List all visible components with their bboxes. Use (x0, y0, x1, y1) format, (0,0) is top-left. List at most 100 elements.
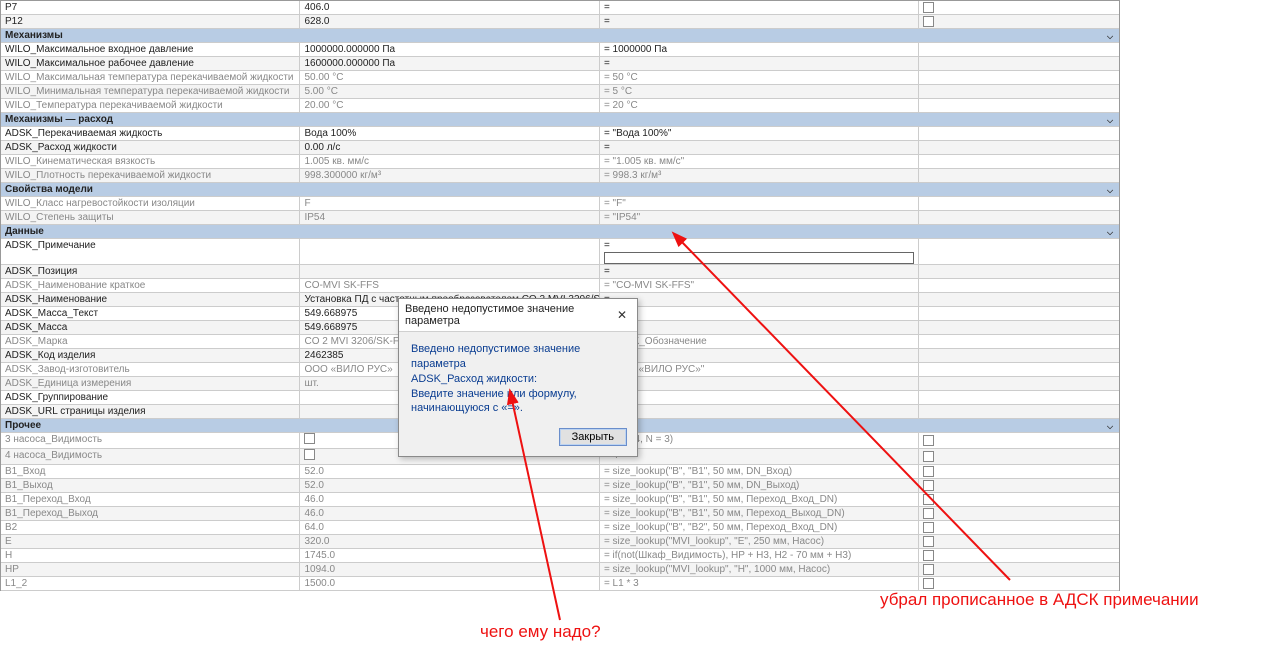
param-value[interactable]: 998.300000 кг/м³ (300, 169, 599, 182)
parameter-grid[interactable]: P7406.0=P12628.0=Механизмы⌵ WILO_Максимал… (0, 0, 1120, 591)
param-lock-cell[interactable] (919, 43, 1119, 56)
param-formula[interactable]: = ADSK_Обозначение (600, 335, 919, 348)
param-value[interactable] (300, 239, 599, 264)
value-checkbox[interactable] (304, 449, 315, 460)
param-row[interactable]: P12628.0= (1, 15, 1119, 29)
param-lock-cell[interactable] (919, 127, 1119, 140)
collapse-icon[interactable]: ⌵ (1105, 420, 1115, 430)
param-lock-cell[interactable] (919, 141, 1119, 154)
group-header[interactable]: Данные⌵ (1, 225, 1119, 239)
param-formula[interactable]: = "Вода 100%" (600, 127, 919, 140)
lock-checkbox[interactable] (923, 522, 934, 533)
group-header[interactable]: Механизмы⌵ (1, 29, 1119, 43)
param-lock-cell[interactable] (919, 1, 1119, 14)
param-row[interactable]: WILO_Плотность перекачиваемой жидкости99… (1, 169, 1119, 183)
param-formula[interactable]: = (600, 293, 919, 306)
param-value[interactable] (300, 265, 599, 278)
param-row[interactable]: WILO_Максимальная температура перекачива… (1, 71, 1119, 85)
param-formula[interactable]: = 20 °C (600, 99, 919, 112)
param-lock-cell[interactable] (919, 265, 1119, 278)
param-formula[interactable]: = (600, 405, 919, 418)
param-value[interactable]: 64.0 (300, 521, 599, 534)
param-lock-cell[interactable] (919, 377, 1119, 390)
param-lock-cell[interactable] (919, 405, 1119, 418)
param-lock-cell[interactable] (919, 433, 1119, 448)
param-formula[interactable]: = (600, 15, 919, 28)
collapse-icon[interactable]: ⌵ (1105, 30, 1115, 40)
param-value[interactable]: 1000000.000000 Па (300, 43, 599, 56)
param-value[interactable]: 1.005 кв. мм/с (300, 155, 599, 168)
param-lock-cell[interactable] (919, 293, 1119, 306)
lock-checkbox[interactable] (923, 564, 934, 575)
param-formula[interactable]: = "IP54" (600, 211, 919, 224)
param-value[interactable]: 46.0 (300, 493, 599, 506)
param-formula[interactable]: = 998.3 кг/м³ (600, 169, 919, 182)
param-value[interactable]: 1745.0 (300, 549, 599, 562)
param-formula[interactable] (600, 349, 919, 362)
lock-checkbox[interactable] (923, 2, 934, 13)
lock-checkbox[interactable] (923, 435, 934, 446)
param-formula[interactable]: = "CO-MVI SK-FFS" (600, 279, 919, 292)
param-formula[interactable]: = L1 * 3 (600, 577, 919, 590)
param-formula[interactable]: = 50 °C (600, 71, 919, 84)
param-lock-cell[interactable] (919, 197, 1119, 210)
param-value[interactable]: 320.0 (300, 535, 599, 548)
lock-checkbox[interactable] (923, 536, 934, 547)
param-lock-cell[interactable] (919, 335, 1119, 348)
param-lock-cell[interactable] (919, 535, 1119, 548)
param-value[interactable]: 52.0 (300, 479, 599, 492)
param-formula[interactable]: = size_lookup("B", "B1", 50 мм, DN_Вход) (600, 465, 919, 478)
param-lock-cell[interactable] (919, 85, 1119, 98)
param-formula[interactable]: = (600, 141, 919, 154)
param-formula[interactable]: = (600, 239, 919, 264)
lock-checkbox[interactable] (923, 550, 934, 561)
dialog-titlebar[interactable]: Введено недопустимое значение параметра … (399, 299, 637, 332)
param-lock-cell[interactable] (919, 99, 1119, 112)
param-value[interactable]: 1600000.000000 Па (300, 57, 599, 70)
param-row[interactable]: B1_Выход52.0= size_lookup("B", "B1", 50 … (1, 479, 1119, 493)
param-lock-cell[interactable] (919, 169, 1119, 182)
param-row[interactable]: B1_Переход_Выход46.0= size_lookup("B", "… (1, 507, 1119, 521)
param-lock-cell[interactable] (919, 349, 1119, 362)
param-formula[interactable]: = "F" (600, 197, 919, 210)
param-formula[interactable]: = (N = 4, N = 3) (600, 433, 919, 448)
group-header[interactable]: Свойства модели⌵ (1, 183, 1119, 197)
param-row[interactable]: WILO_Максимальное рабочее давление160000… (1, 57, 1119, 71)
param-row[interactable]: WILO_Минимальная температура перекачивае… (1, 85, 1119, 99)
param-lock-cell[interactable] (919, 577, 1119, 590)
param-lock-cell[interactable] (919, 563, 1119, 576)
param-lock-cell[interactable] (919, 279, 1119, 292)
param-lock-cell[interactable] (919, 479, 1119, 492)
param-lock-cell[interactable] (919, 493, 1119, 506)
param-row[interactable]: ADSK_Наименование краткоеCO-MVI SK-FFS= … (1, 279, 1119, 293)
param-formula[interactable]: = (600, 57, 919, 70)
param-value[interactable]: 20.00 °C (300, 99, 599, 112)
param-lock-cell[interactable] (919, 449, 1119, 464)
param-lock-cell[interactable] (919, 507, 1119, 520)
param-row[interactable]: L1_21500.0= L1 * 3 (1, 577, 1119, 591)
param-value[interactable]: Вода 100% (300, 127, 599, 140)
param-formula[interactable]: = size_lookup("B", "B1", 50 мм, Переход_… (600, 493, 919, 506)
value-checkbox[interactable] (304, 433, 315, 444)
param-row[interactable]: ADSK_Позиция= (1, 265, 1119, 279)
param-lock-cell[interactable] (919, 307, 1119, 320)
param-value[interactable]: 628.0 (300, 15, 599, 28)
param-row[interactable]: P7406.0= (1, 1, 1119, 15)
param-row[interactable]: ADSK_Расход жидкости0.00 л/с= (1, 141, 1119, 155)
group-header[interactable]: Механизмы — расход⌵ (1, 113, 1119, 127)
param-row[interactable]: WILO_Температура перекачиваемой жидкости… (1, 99, 1119, 113)
param-formula[interactable]: = size_lookup("B", "B2", 50 мм, Переход_… (600, 521, 919, 534)
param-row[interactable]: B1_Переход_Вход46.0= size_lookup("B", "B… (1, 493, 1119, 507)
param-lock-cell[interactable] (919, 521, 1119, 534)
param-formula[interactable]: = size_lookup("B", "B1", 50 мм, Переход_… (600, 507, 919, 520)
param-lock-cell[interactable] (919, 465, 1119, 478)
param-formula[interactable]: = size_lookup("MVI_lookup", "E", 250 мм,… (600, 535, 919, 548)
param-row[interactable]: B264.0= size_lookup("B", "B2", 50 мм, Пе… (1, 521, 1119, 535)
param-lock-cell[interactable] (919, 363, 1119, 376)
param-value[interactable]: CO-MVI SK-FFS (300, 279, 599, 292)
lock-checkbox[interactable] (923, 494, 934, 505)
param-lock-cell[interactable] (919, 155, 1119, 168)
param-value[interactable]: 5.00 °C (300, 85, 599, 98)
lock-checkbox[interactable] (923, 480, 934, 491)
lock-checkbox[interactable] (923, 578, 934, 589)
